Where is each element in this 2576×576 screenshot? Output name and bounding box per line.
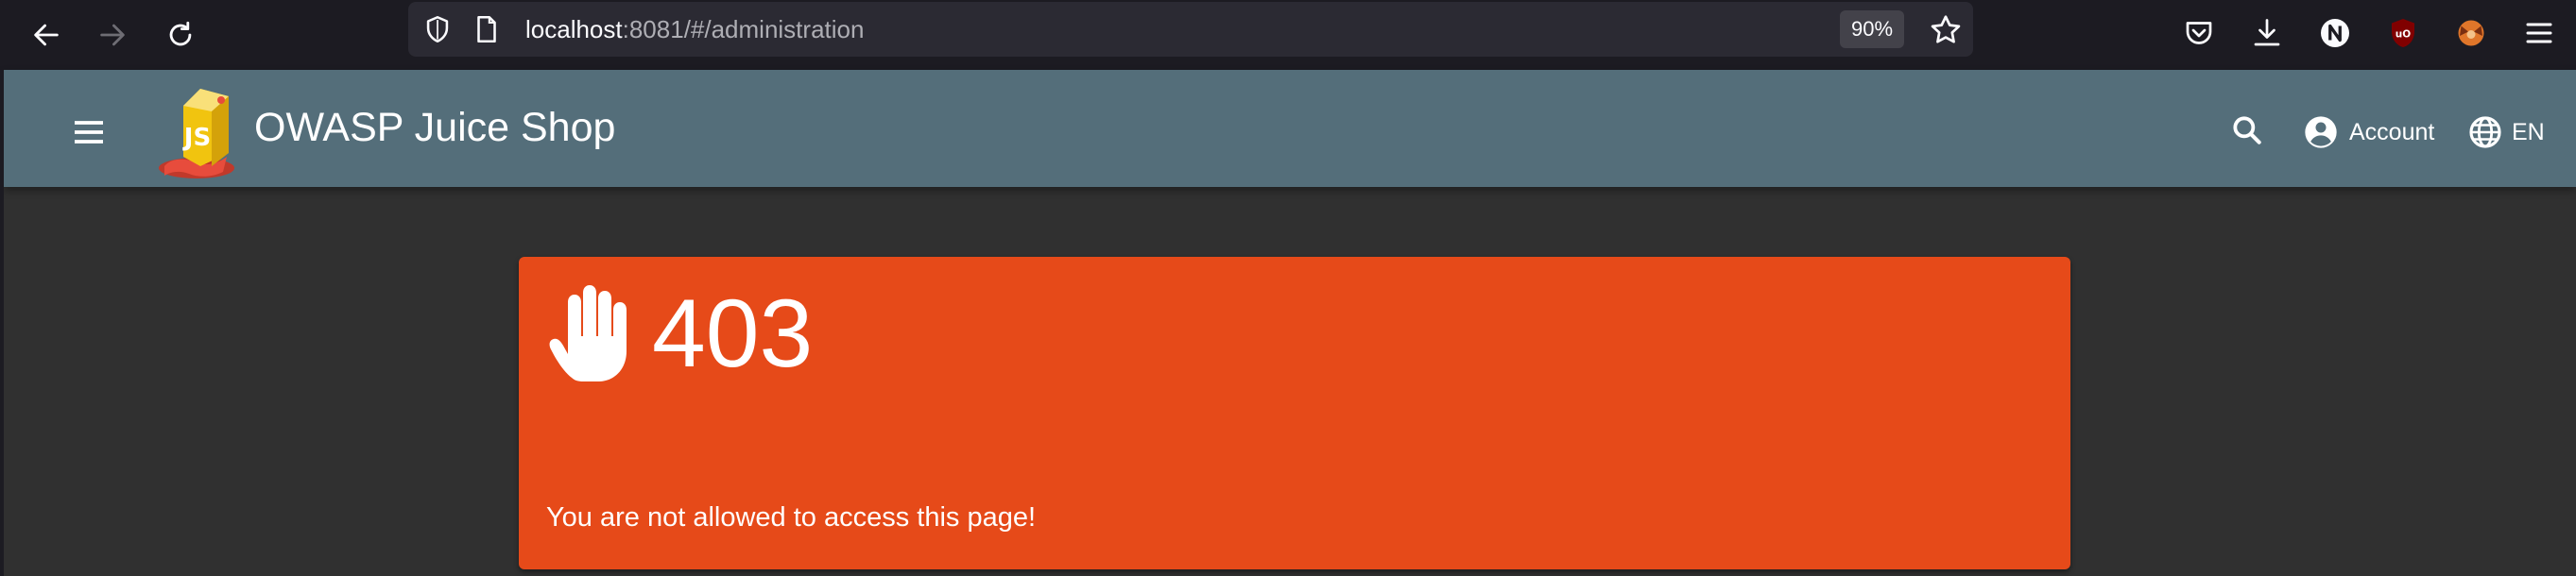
- language-button[interactable]: EN: [2466, 108, 2545, 157]
- error-code: 403: [652, 280, 814, 387]
- account-button[interactable]: Account: [2302, 108, 2434, 157]
- ublock-icon: uO: [2392, 19, 2414, 47]
- sidenav-toggle-button[interactable]: [60, 106, 117, 159]
- url-host: localhost: [525, 15, 623, 43]
- tracking-shield-icon[interactable]: [421, 13, 454, 45]
- globe-icon: [2469, 116, 2501, 148]
- downloads-button[interactable]: [2247, 13, 2287, 53]
- hamburger-icon: [2526, 23, 2552, 43]
- forward-arrow-icon: [100, 24, 125, 46]
- url-text[interactable]: localhost:8081/#/administration: [525, 15, 864, 43]
- account-label: Account: [2349, 118, 2435, 145]
- search-icon: [2233, 116, 2261, 144]
- reload-button[interactable]: [157, 11, 204, 59]
- account-circle-icon: [2305, 116, 2337, 148]
- extension-n-button[interactable]: [2315, 13, 2355, 53]
- url-path: :8081/#/administration: [622, 15, 865, 43]
- search-button[interactable]: [2221, 104, 2274, 157]
- raised-hand-icon: [549, 285, 627, 381]
- juice-shop-logo[interactable]: JS: [155, 79, 249, 185]
- star-icon[interactable]: [1928, 12, 1964, 48]
- svg-text:uO: uO: [2396, 29, 2411, 41]
- address-bar[interactable]: localhost:8081/#/administration 90%: [408, 2, 1973, 57]
- language-label: EN: [2512, 118, 2545, 145]
- forward-button[interactable]: [89, 11, 136, 59]
- pocket-icon: [2186, 22, 2212, 44]
- access-denied-card: 403 You are not allowed to access this p…: [519, 257, 2070, 569]
- svg-text:JS: JS: [182, 124, 211, 152]
- app-menu-button[interactable]: [2519, 13, 2559, 53]
- extension-fox-icon: [2458, 20, 2484, 46]
- page-icon[interactable]: [471, 13, 503, 45]
- app-header: JS OWASP Juice Shop Account EN: [0, 70, 2576, 576]
- back-button[interactable]: [23, 11, 70, 59]
- browser-toolbar: localhost:8081/#/administration 90% uO: [0, 0, 2576, 70]
- error-message: You are not allowed to access this page!: [546, 502, 1037, 533]
- menu-icon: [75, 121, 103, 144]
- extension-n-icon: [2321, 19, 2349, 47]
- app-title[interactable]: OWASP Juice Shop: [254, 104, 615, 151]
- reload-icon: [169, 21, 192, 46]
- back-arrow-icon: [34, 24, 59, 46]
- extension-fox-button[interactable]: [2451, 13, 2491, 53]
- zoom-level-badge[interactable]: 90%: [1840, 10, 1905, 48]
- ublock-button[interactable]: uO: [2383, 13, 2423, 53]
- download-icon: [2254, 19, 2280, 46]
- pocket-button[interactable]: [2179, 13, 2219, 53]
